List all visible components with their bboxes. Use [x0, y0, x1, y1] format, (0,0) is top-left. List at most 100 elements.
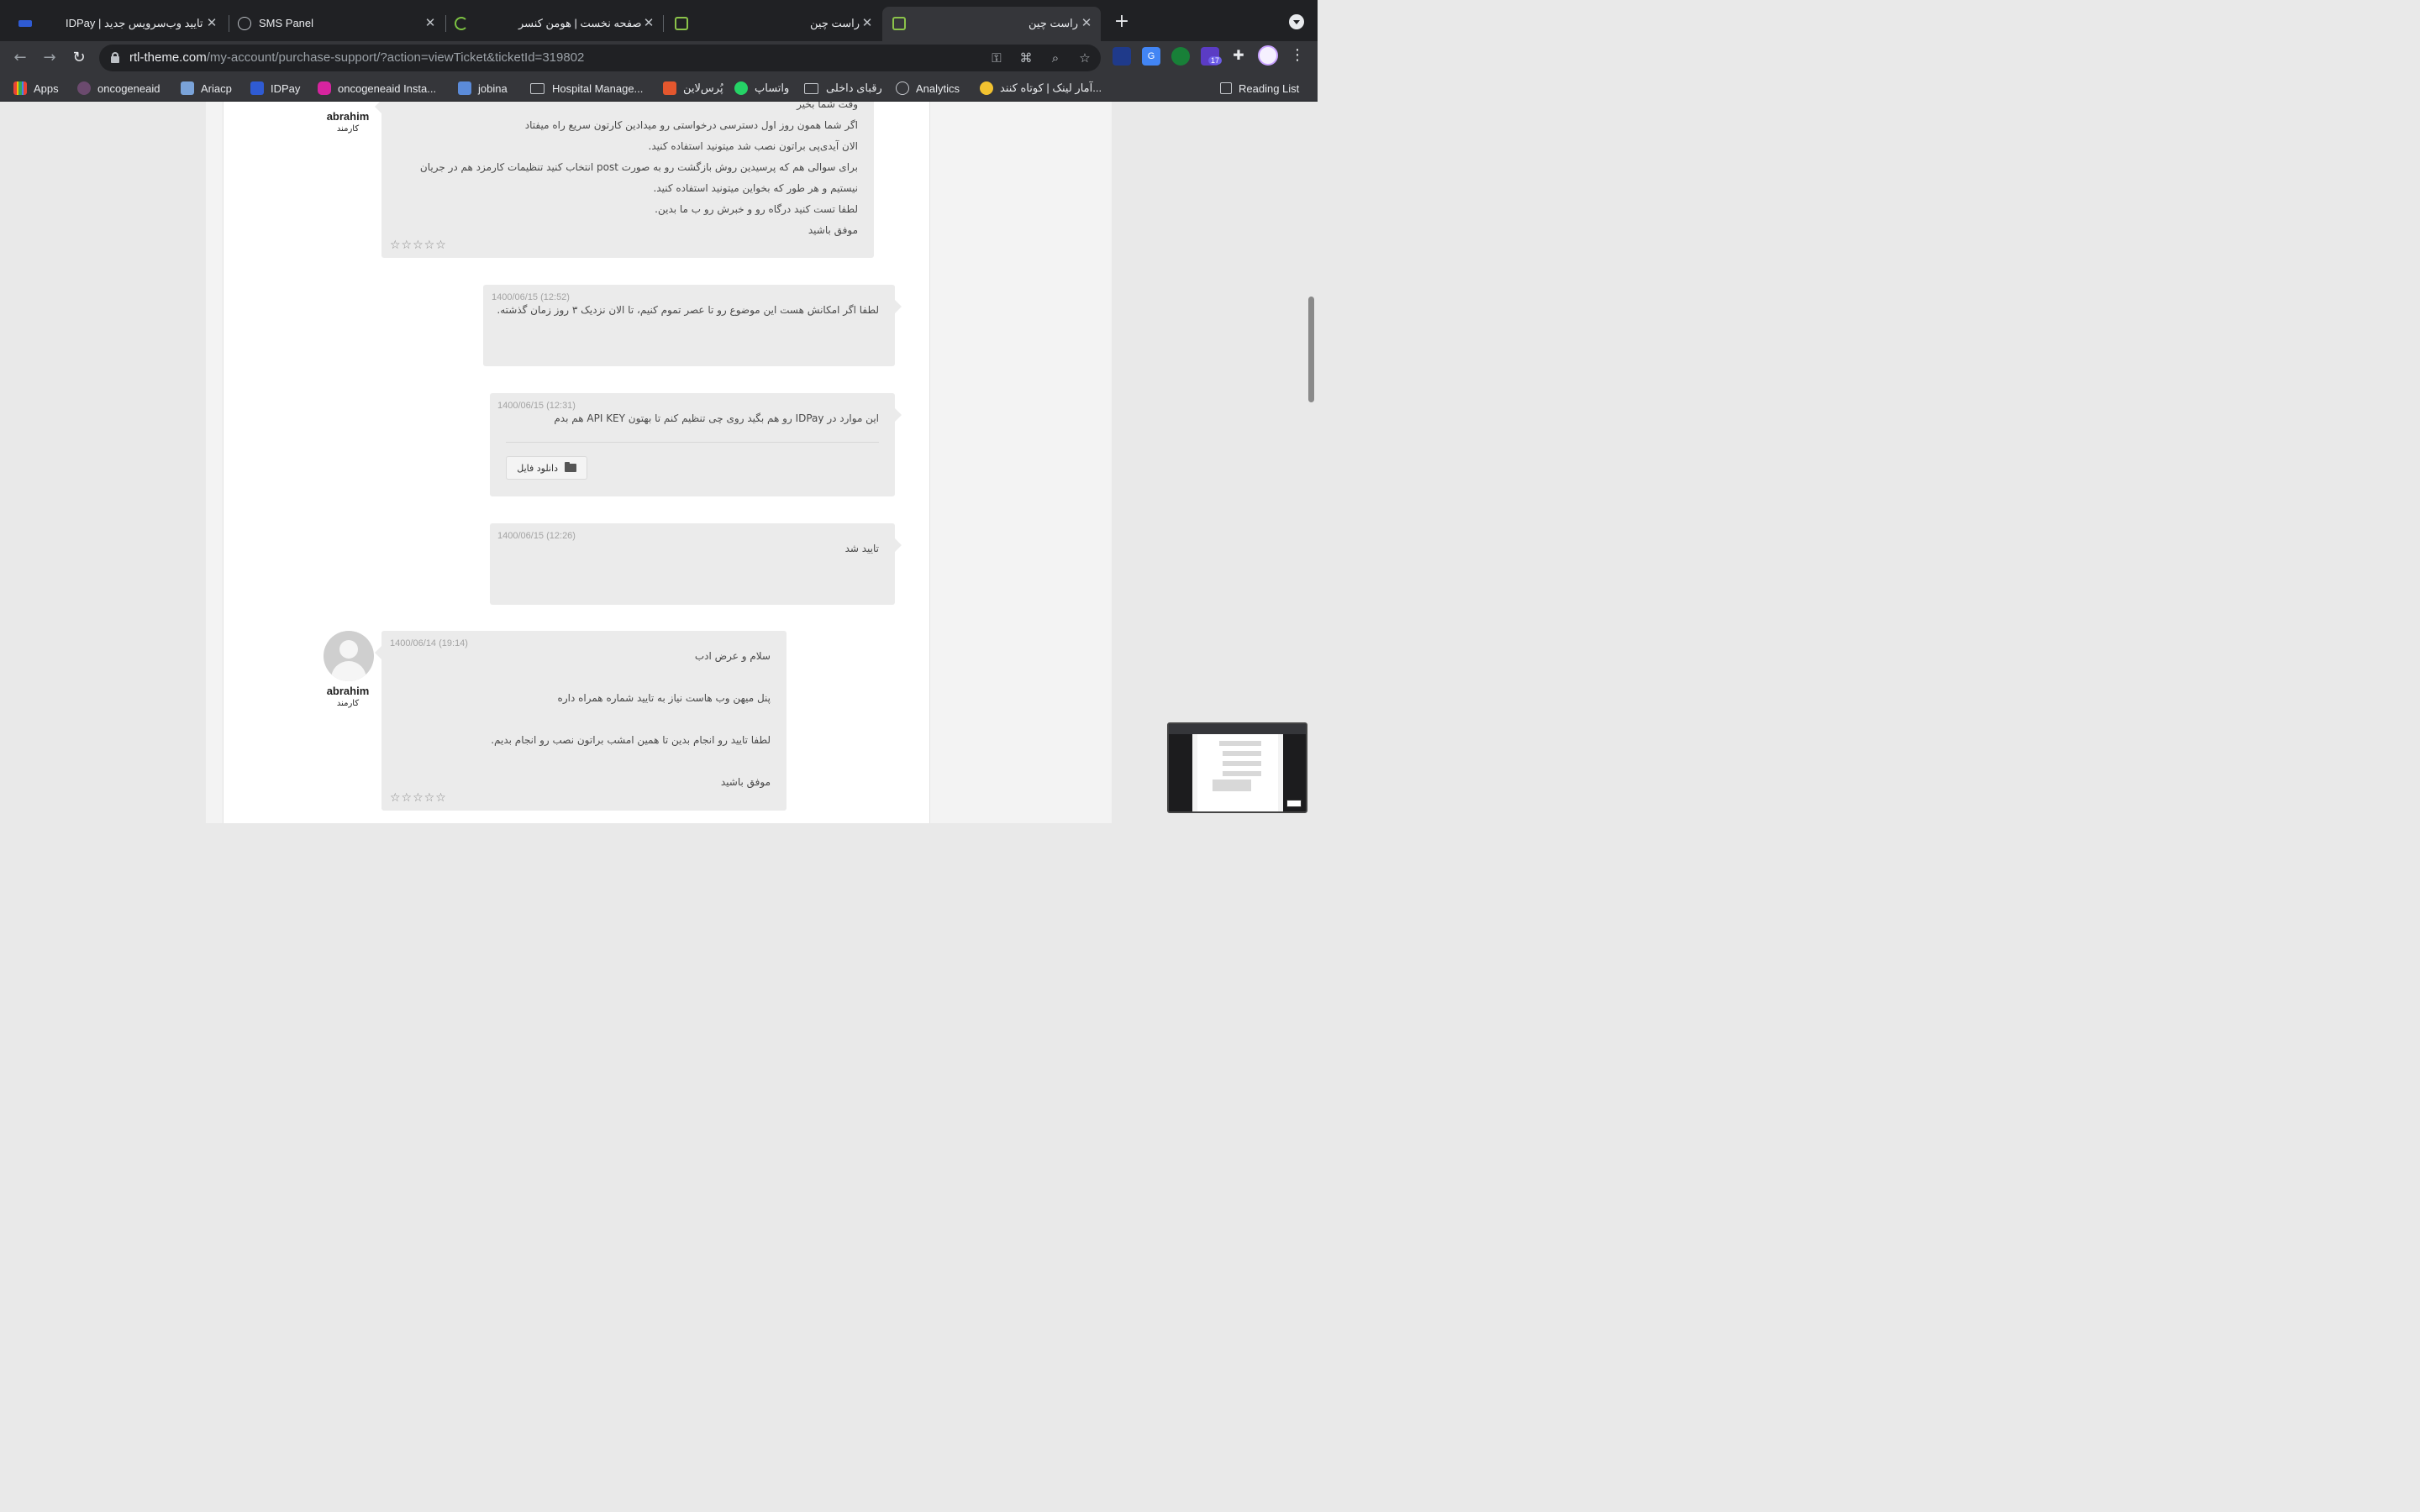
address-bar[interactable]: rtl-theme.com/my-account/purchase-suppor…: [99, 45, 1101, 71]
bookmark-idpay[interactable]: IDPay: [250, 79, 300, 97]
close-icon[interactable]: ✕: [860, 17, 874, 30]
author-name: abrahim: [326, 685, 370, 697]
jobina-icon: [458, 81, 471, 95]
reading-list[interactable]: Reading List: [1220, 79, 1299, 97]
message-line: برای سوالی هم که پرسیدین روش بازگشت رو ب…: [419, 161, 858, 173]
bookmark-competitors-folder[interactable]: رقبای داخلی: [804, 79, 882, 97]
bookmark-jobina[interactable]: jobina: [458, 79, 508, 97]
staff-reply-bubble: 1400/06/14 (19:14) سلام و عرض ادب پنل می…: [375, 631, 786, 811]
bookmark-star-icon[interactable]: ☆: [1077, 50, 1092, 66]
apps-grid-icon: [13, 81, 27, 95]
tab-title: تایید وب‌سرویس جدید | IDPay: [66, 17, 203, 29]
extension-icon[interactable]: [1113, 47, 1131, 66]
zoom-icon[interactable]: ⌕: [1048, 50, 1063, 66]
tab-title: صفحه نخست | هومن کنسر: [518, 17, 642, 29]
bookmark-analytics[interactable]: Analytics: [896, 79, 960, 97]
message-line: موفق باشید: [808, 224, 858, 236]
back-button[interactable]: ←: [10, 48, 30, 68]
download-label: دانلود فایل: [517, 462, 558, 474]
message-line: سلام و عرض ادب: [694, 650, 771, 662]
lock-icon[interactable]: [111, 52, 119, 63]
rtl-theme-logo-icon: [892, 17, 906, 30]
page-viewport: abrahim کارمند وقت شما بخیر اگر شما همون…: [0, 102, 1318, 823]
staff-author: abrahim کارمند: [318, 110, 377, 134]
url-text[interactable]: rtl-theme.com/my-account/purchase-suppor…: [129, 50, 584, 65]
extension-green-icon[interactable]: [1171, 47, 1190, 66]
globe-icon: [896, 81, 909, 95]
user-message-bubble: 1400/06/15 (12:26) تایید شد: [490, 523, 902, 605]
rating-stars[interactable]: ☆☆☆☆☆: [390, 791, 447, 805]
bookmark-whatsapp[interactable]: واتساپ: [734, 79, 789, 97]
folder-icon: [804, 82, 818, 94]
menu-kebab-icon[interactable]: ⋮: [1289, 46, 1306, 65]
loading-icon: [455, 17, 468, 30]
message-text: تایید شد: [844, 543, 879, 554]
translate-icon[interactable]: ⌘: [1018, 50, 1034, 66]
tab-title: SMS Panel: [259, 17, 314, 29]
porsline-icon: [663, 81, 676, 95]
new-tab-button[interactable]: +: [1112, 12, 1132, 32]
staff-reply-bubble: وقت شما بخیر اگر شما همون روز اول دسترسی…: [375, 102, 874, 258]
link-stats-icon: [980, 81, 993, 95]
message-line: وقت شما بخیر: [797, 102, 858, 110]
globe-icon: [238, 17, 251, 30]
folder-icon: [565, 462, 576, 472]
bookmark-hospital-manage[interactable]: Hospital Manage...: [530, 79, 643, 97]
tab-search-icon[interactable]: [1289, 14, 1304, 29]
tab-sms-panel[interactable]: SMS Panel ✕: [229, 7, 445, 41]
google-translate-extension-icon[interactable]: G: [1142, 47, 1160, 66]
tab-idpay[interactable]: تایید وب‌سرویس جدید | IDPay ✕: [7, 7, 227, 41]
profile-avatar[interactable]: [1258, 45, 1278, 66]
message-text: لطفا اگر امکانش هست این موضوع رو تا عصر …: [497, 304, 879, 316]
close-icon[interactable]: ✕: [205, 17, 218, 30]
message-line: پنل میهن وب هاست نیاز به تایید شماره همر…: [557, 692, 771, 704]
bookmark-oncogeneaid-instagram[interactable]: oncogeneaid Insta...: [318, 79, 436, 97]
message-text: این موارد در IDPay رو هم بگید روی چی تنظ…: [554, 412, 879, 424]
download-file-button[interactable]: دانلود فایل: [506, 456, 587, 480]
reading-list-icon: [1220, 82, 1232, 94]
avatar: [324, 631, 374, 681]
tab-rtl-theme[interactable]: راست چین ✕: [699, 7, 881, 41]
tab-hooman-cancer[interactable]: صفحه نخست | هومن کنسر ✕: [446, 7, 662, 41]
oncogeneaid-icon: [77, 81, 91, 95]
close-icon[interactable]: ✕: [424, 17, 437, 30]
scrollbar[interactable]: [1305, 102, 1318, 823]
bookmark-link-stats[interactable]: آمار لینک | کوتاه کنند...: [980, 79, 1102, 97]
bookmark-porslinе[interactable]: پُرس‌لاین: [663, 79, 723, 97]
screenshot-thumbnail[interactable]: [1167, 722, 1307, 813]
tab-title: راست چین: [1028, 17, 1079, 29]
message-line: موفق باشید: [720, 776, 771, 788]
close-icon[interactable]: ✕: [642, 17, 655, 30]
tab-title: راست چین: [810, 17, 860, 29]
user-message-bubble: 1400/06/15 (12:31) این موارد در IDPay رو…: [490, 393, 902, 496]
tab-rtl-theme-active[interactable]: راست چین ✕: [882, 7, 1101, 41]
idpay-favicon-icon: [18, 20, 32, 27]
folder-icon: [530, 82, 544, 94]
forward-button[interactable]: →: [39, 48, 60, 68]
whatsapp-icon: [734, 81, 748, 95]
bookmark-apps[interactable]: Apps: [13, 79, 59, 97]
ariacp-icon: [181, 81, 194, 95]
puzzle-extensions-icon[interactable]: ✚: [1229, 47, 1248, 66]
scrollbar-thumb[interactable]: [1308, 297, 1314, 402]
reload-button[interactable]: ↻: [69, 48, 89, 68]
attachment-divider: [506, 442, 879, 443]
idpay-icon: [250, 81, 264, 95]
author-role: کارمند: [336, 124, 360, 134]
message-line: الان آیدی‌پی براتون نصب شد میتونید استفا…: [648, 140, 859, 152]
bookmarks-bar: Apps oncogeneaid Ariacp IDPay oncogeneai…: [0, 75, 1318, 171]
tab-rtl-theme-pinned[interactable]: [664, 7, 699, 41]
message-date: 1400/06/15 (12:26): [497, 531, 576, 541]
bookmark-ariacp[interactable]: Ariacp: [181, 79, 232, 97]
message-date: 1400/06/15 (12:31): [497, 401, 576, 411]
message-line: نیستیم و هر طور که بخواین میتونید استفاد…: [653, 182, 858, 194]
close-icon[interactable]: ✕: [1080, 17, 1093, 30]
rtl-theme-logo-icon: [675, 17, 688, 30]
rating-stars[interactable]: ☆☆☆☆☆: [390, 239, 447, 252]
message-line: لطفا تایید رو انجام بدین تا همین امشب بر…: [491, 734, 771, 746]
bookmark-oncogeneaid[interactable]: oncogeneaid: [77, 79, 160, 97]
message-line: اگر شما همون روز اول دسترسی درخواستی رو …: [524, 119, 858, 131]
staff-author: abrahim کارمند: [318, 685, 377, 708]
key-icon[interactable]: ⚿: [989, 50, 1004, 66]
author-role: کارمند: [336, 699, 360, 708]
